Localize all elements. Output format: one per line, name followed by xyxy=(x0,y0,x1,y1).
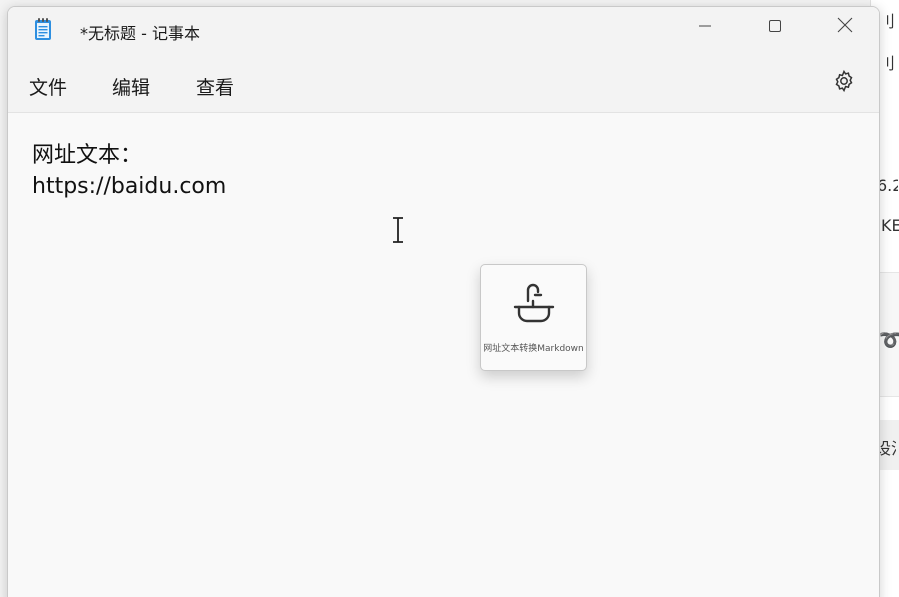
maximize-button[interactable] xyxy=(740,7,810,47)
menu-edit[interactable]: 编辑 xyxy=(106,71,156,102)
window-title: *无标题 - 记事本 xyxy=(80,24,200,43)
editor-content[interactable]: 网址文本： https://baidu.com xyxy=(32,140,226,202)
settings-button[interactable] xyxy=(830,69,858,97)
faucet-sink-icon xyxy=(511,281,557,327)
text-editor[interactable]: 网址文本： https://baidu.com xyxy=(8,114,879,597)
editor-line-1: 网址文本： xyxy=(32,143,143,168)
notepad-icon xyxy=(34,17,52,41)
close-button[interactable] xyxy=(810,7,879,47)
minimize-button[interactable] xyxy=(670,7,740,47)
title-bar[interactable]: *无标题 - 记事本 xyxy=(8,7,879,53)
convert-markdown-label: 网址文本转换Markdown xyxy=(483,344,584,354)
close-icon xyxy=(837,17,853,37)
menu-bar: 文件 编辑 查看 xyxy=(8,53,879,113)
menu-file[interactable]: 文件 xyxy=(23,71,73,102)
text-cursor-icon xyxy=(391,217,405,243)
notepad-window: *无标题 - 记事本 文件 编辑 查看 网址文本： https://baidu.… xyxy=(7,6,880,597)
maximize-icon xyxy=(768,18,782,37)
background-text: KE xyxy=(881,216,899,235)
background-blue-icon: ➰ xyxy=(879,330,899,351)
minimize-icon xyxy=(698,18,712,37)
background-text: 刂 xyxy=(879,54,896,73)
background-text: 刂 xyxy=(879,12,896,31)
convert-markdown-button[interactable]: 网址文本转换Markdown xyxy=(480,264,587,371)
background-text: 6.2 xyxy=(877,176,898,195)
gear-icon xyxy=(832,69,856,97)
editor-line-2: https://baidu.com xyxy=(32,174,227,199)
menu-view[interactable]: 查看 xyxy=(190,71,240,102)
